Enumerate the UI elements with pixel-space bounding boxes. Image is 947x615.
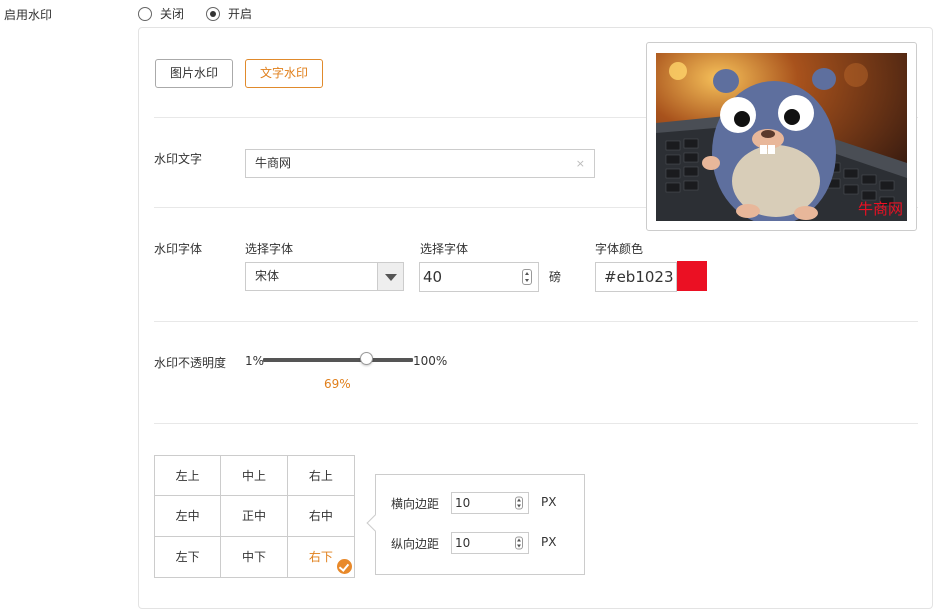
horizontal-margin-unit: PX (541, 495, 557, 509)
position-bottom-right[interactable]: 右下 (288, 537, 354, 577)
watermark-preview: 牛商网 (646, 42, 917, 231)
popover-caret (366, 514, 384, 532)
preview-image (656, 53, 907, 221)
radio-off-circle-icon (138, 6, 152, 21)
divider (154, 423, 918, 424)
position-middle-left[interactable]: 左中 (155, 496, 222, 537)
radio-on-label: 开启 (228, 7, 253, 21)
font-size-value: 40 (423, 268, 443, 286)
radio-on[interactable]: 开启 (206, 5, 252, 22)
spinner-arrows-icon[interactable] (515, 536, 523, 550)
font-select-label: 选择字体 (245, 242, 294, 256)
font-color-input[interactable]: #eb1023 (595, 262, 677, 292)
font-size-label: 选择字体 (420, 242, 469, 256)
tab-text-watermark[interactable]: 文字水印 (245, 59, 324, 88)
vertical-margin-label: 纵向边距 (391, 537, 440, 551)
font-family-value: 宋体 (255, 269, 280, 283)
vertical-margin-value: 10 (455, 536, 471, 550)
margin-popover: 横向边距 10 PX 纵向边距 10 PX (366, 474, 585, 575)
font-family-select[interactable]: 宋体 (245, 262, 404, 291)
chevron-down-icon[interactable] (377, 263, 403, 290)
horizontal-margin-stepper[interactable]: 10 (451, 492, 529, 514)
font-color-label: 字体颜色 (595, 242, 644, 256)
watermark-text-value: 牛商网 (255, 156, 292, 170)
opacity-label: 水印不透明度 (154, 356, 227, 370)
position-top-right[interactable]: 右上 (287, 456, 354, 497)
opacity-slider-track[interactable] (263, 358, 413, 362)
divider (154, 321, 918, 322)
enable-radio-group: 关闭 开启 (138, 5, 274, 22)
opacity-max-label: 100% (413, 354, 448, 368)
watermark-font-label: 水印字体 (154, 242, 203, 256)
font-size-unit: 磅 (549, 270, 562, 284)
watermark-text-input[interactable]: 牛商网 × (245, 149, 595, 178)
horizontal-margin-label: 横向边距 (391, 497, 440, 511)
clear-icon[interactable]: × (576, 150, 585, 177)
position-center[interactable]: 正中 (221, 496, 288, 537)
position-top-center[interactable]: 中上 (221, 456, 288, 497)
opacity-slider-handle[interactable] (359, 352, 373, 365)
vertical-margin-stepper[interactable]: 10 (451, 532, 529, 554)
tab-image-watermark[interactable]: 图片水印 (155, 59, 234, 88)
opacity-min-label: 1% (245, 354, 265, 368)
position-bottom-left[interactable]: 左下 (155, 536, 222, 577)
checkmark-icon (337, 558, 352, 574)
preview-watermark-text: 牛商网 (858, 200, 904, 218)
opacity-value: 69% (324, 377, 351, 391)
position-grid: 左上 中上 右上 左中 正中 右中 左下 中下 右下 (154, 455, 355, 578)
position-bottom-center[interactable]: 中下 (221, 536, 288, 577)
radio-off-label: 关闭 (160, 7, 185, 21)
spinner-arrows-icon[interactable] (522, 269, 532, 285)
enable-watermark-label: 启用水印 (4, 8, 53, 22)
horizontal-margin-value: 10 (455, 496, 471, 510)
radio-off[interactable]: 关闭 (138, 5, 184, 22)
watermark-text-label: 水印文字 (154, 152, 203, 166)
position-middle-right[interactable]: 右中 (287, 496, 354, 537)
vertical-margin-unit: PX (541, 535, 557, 549)
position-bottom-right-label: 右下 (308, 550, 333, 565)
position-top-left[interactable]: 左上 (155, 456, 222, 497)
font-color-swatch[interactable] (677, 261, 707, 291)
spinner-arrows-icon[interactable] (515, 496, 523, 510)
font-size-stepper[interactable]: 40 (419, 262, 539, 292)
radio-on-circle-icon (206, 6, 221, 21)
